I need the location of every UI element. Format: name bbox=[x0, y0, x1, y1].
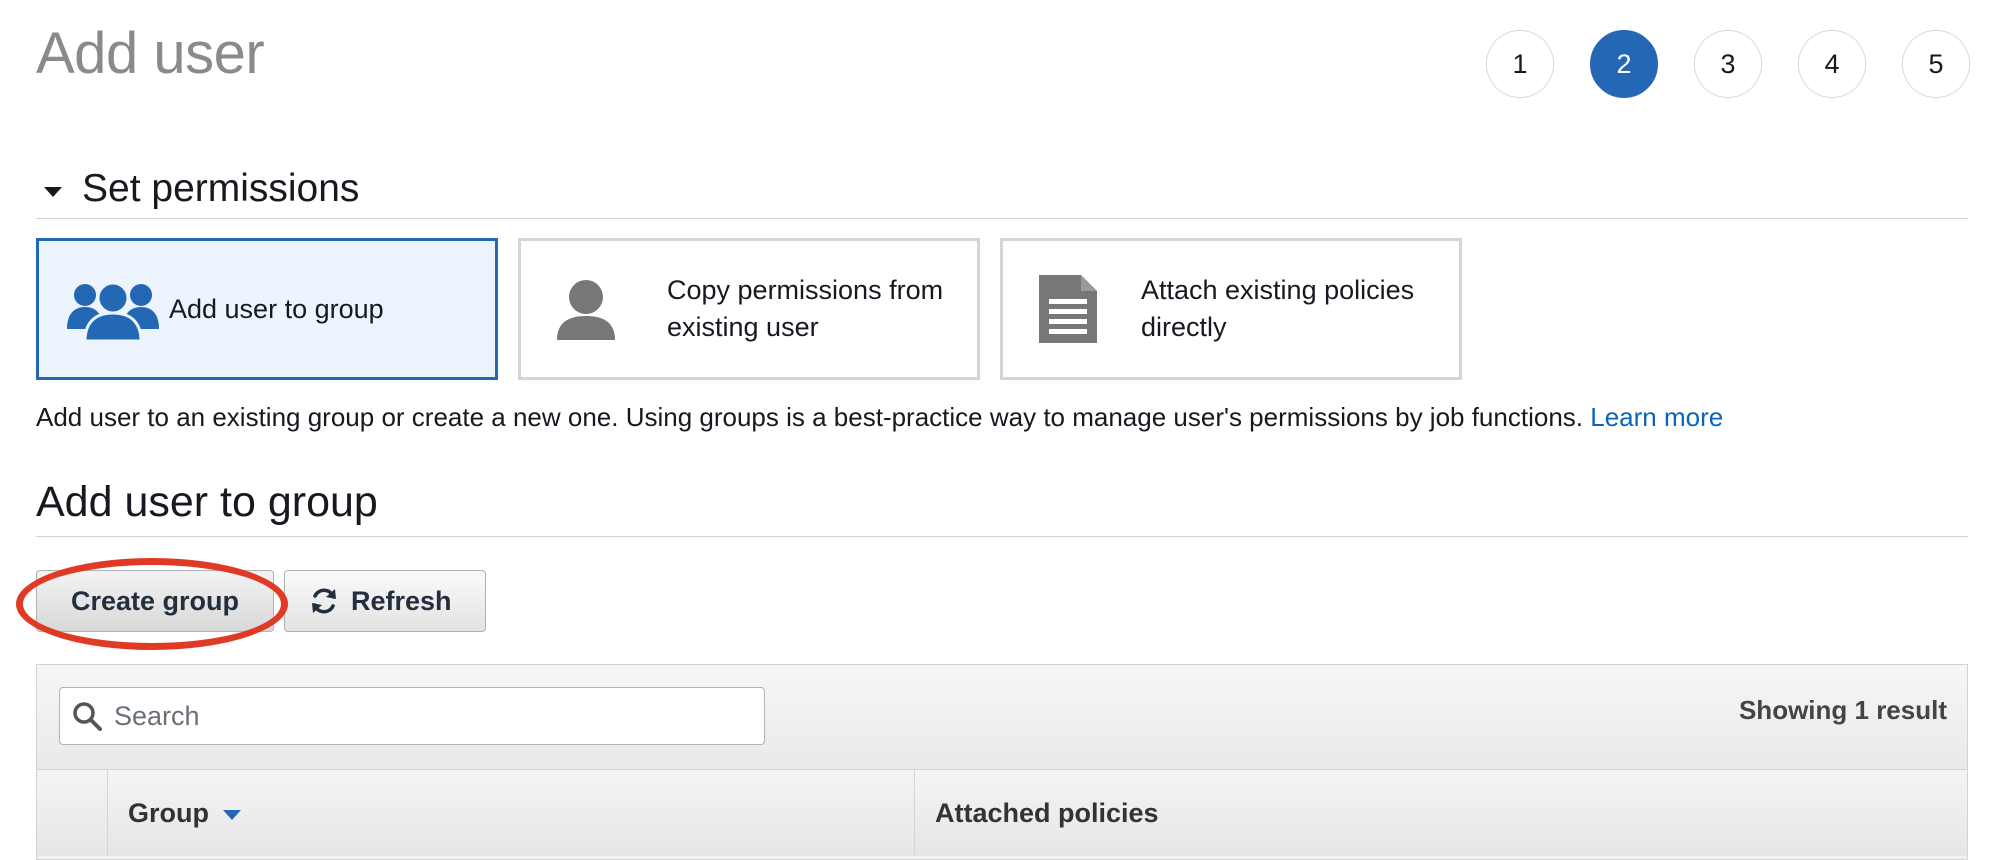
option-label: Add user to group bbox=[169, 293, 384, 324]
permissions-help-text: Add user to an existing group or create … bbox=[36, 402, 1723, 433]
column-label: Attached policies bbox=[935, 797, 1159, 828]
document-icon bbox=[1037, 273, 1099, 345]
wizard-step-3[interactable]: 3 bbox=[1694, 30, 1762, 98]
set-permissions-header[interactable]: Set permissions bbox=[36, 160, 1968, 219]
groups-table: Showing 1 result Group Attached policies bbox=[36, 664, 1968, 860]
column-group[interactable]: Group bbox=[108, 770, 915, 856]
caret-down-icon bbox=[44, 187, 62, 197]
refresh-label: Refresh bbox=[351, 585, 452, 616]
refresh-icon bbox=[312, 588, 336, 614]
sort-down-icon bbox=[223, 810, 241, 820]
result-count: Showing 1 result bbox=[1738, 695, 1947, 725]
create-group-button[interactable]: Create group bbox=[36, 570, 274, 632]
search-icon bbox=[73, 702, 102, 731]
option-copy-permissions[interactable]: Copy permissions from existing user bbox=[518, 238, 980, 380]
learn-more-link[interactable]: Learn more bbox=[1590, 402, 1723, 432]
group-actions: Create group Refresh bbox=[36, 570, 486, 632]
wizard-steps: 1 2 3 4 5 bbox=[1486, 30, 1970, 98]
search-input[interactable] bbox=[112, 699, 764, 733]
option-label: Copy permissions from existing user bbox=[667, 275, 944, 342]
option-label: Attach existing policies directly bbox=[1141, 275, 1415, 342]
section-title: Set permissions bbox=[82, 167, 360, 210]
help-text: Add user to an existing group or create … bbox=[36, 402, 1583, 432]
select-column bbox=[37, 770, 108, 856]
table-header: Group Attached policies bbox=[37, 770, 1967, 856]
add-user-to-group-section: Add user to group bbox=[36, 470, 1968, 537]
wizard-step-1[interactable]: 1 bbox=[1486, 30, 1554, 98]
wizard-step-4[interactable]: 4 bbox=[1798, 30, 1866, 98]
column-label: Group bbox=[128, 797, 209, 828]
page-title: Add user bbox=[36, 21, 265, 86]
column-attached-policies[interactable]: Attached policies bbox=[915, 770, 1967, 856]
refresh-button[interactable]: Refresh bbox=[284, 570, 486, 632]
users-group-icon bbox=[65, 277, 161, 341]
option-add-user-to-group[interactable]: Add user to group bbox=[36, 238, 498, 380]
table-toolbar: Showing 1 result bbox=[37, 665, 1967, 770]
wizard-step-2[interactable]: 2 bbox=[1590, 30, 1658, 98]
wizard-step-5[interactable]: 5 bbox=[1902, 30, 1970, 98]
search-box[interactable] bbox=[59, 687, 765, 745]
permission-options: Add user to group Copy permissions from … bbox=[36, 238, 1462, 380]
option-attach-policies[interactable]: Attach existing policies directly bbox=[1000, 238, 1462, 380]
subsection-title: Add user to group bbox=[36, 478, 378, 526]
user-icon bbox=[555, 278, 617, 340]
